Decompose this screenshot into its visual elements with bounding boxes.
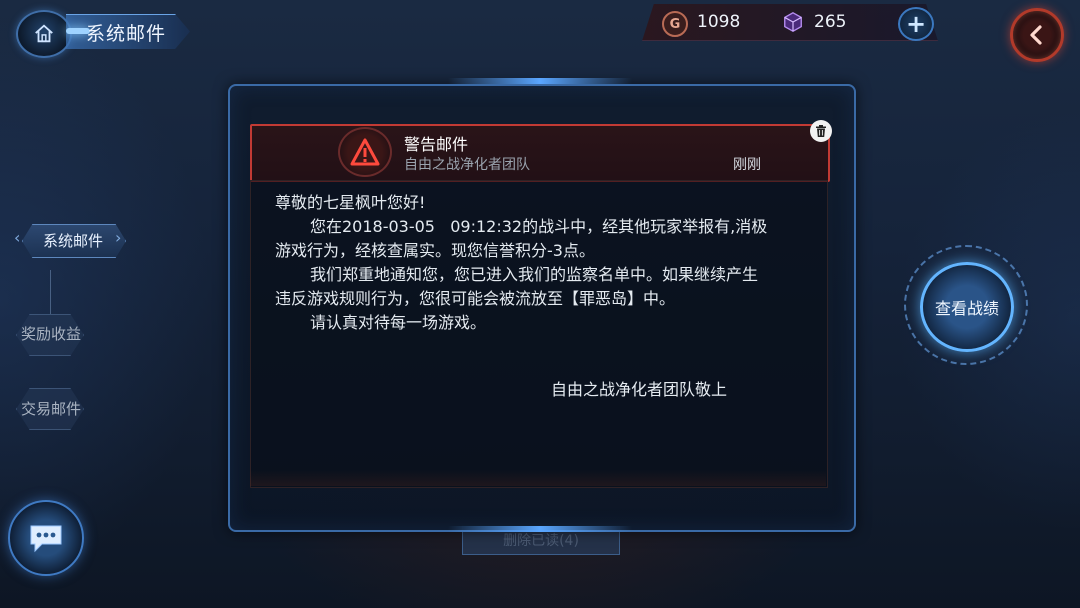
chat-button[interactable] [8,500,84,576]
mail-body-line: 请认真对待每一场游戏。 [310,313,487,332]
nav-connector [50,270,51,314]
sidebar-item-reward[interactable]: 奖励收益 [16,323,86,344]
back-button[interactable] [1010,8,1064,62]
sidebar-item-label: 系统邮件 [42,232,103,250]
view-battle-record-button[interactable]: 查看战绩 [920,262,1014,352]
home-icon [35,24,53,43]
gold-coin-icon: G [662,11,688,37]
nav-right-chevron-icon: › [115,228,122,247]
mail-body-line: 违反游戏规则行为，您很可能会被流放至【罪恶岛】中。 [275,289,676,308]
mail-body-line: 游戏行为，经核查属实。现您信誉积分-3点。 [275,241,595,260]
gem-cube-icon [782,11,804,37]
dialog-top-accent [448,78,632,84]
gem-amount: 265 [814,12,847,32]
mail-title: 警告邮件 [404,135,469,154]
mail-body-line: 您在2018-03-05 09:12:32的战斗中，经其他玩家举报有,消极 [310,217,768,236]
page-title: 系统邮件 [86,23,167,45]
chat-bubble-icon [30,525,62,553]
home-button[interactable] [16,10,72,58]
dialog-bottom-accent [448,526,632,532]
sidebar-item-system-mail[interactable]: 系统邮件 [22,214,126,266]
warning-triangle-icon [350,138,380,166]
warning-badge [338,127,392,177]
back-chevron-icon [1030,25,1042,45]
mail-sender: 自由之战净化者团队 [404,157,530,173]
plus-icon: + [905,10,927,38]
add-currency-button[interactable]: + [898,7,934,41]
gold-amount: 1098 [697,12,741,32]
mail-body-line: 尊敬的七星枫叶您好! [275,193,426,212]
mail-time: 刚刚 [733,157,761,173]
sidebar-item-trade[interactable]: 交易邮件 [16,398,86,419]
trash-icon[interactable] [810,120,832,142]
mail-body-fade [250,470,826,486]
mail-signature: 自由之战净化者团队敬上 [551,380,728,399]
nav-left-chevron-icon: ‹ [14,228,21,247]
mail-body-line: 我们郑重地通知您，您已进入我们的监察名单中。如果继续产生 [310,265,759,284]
